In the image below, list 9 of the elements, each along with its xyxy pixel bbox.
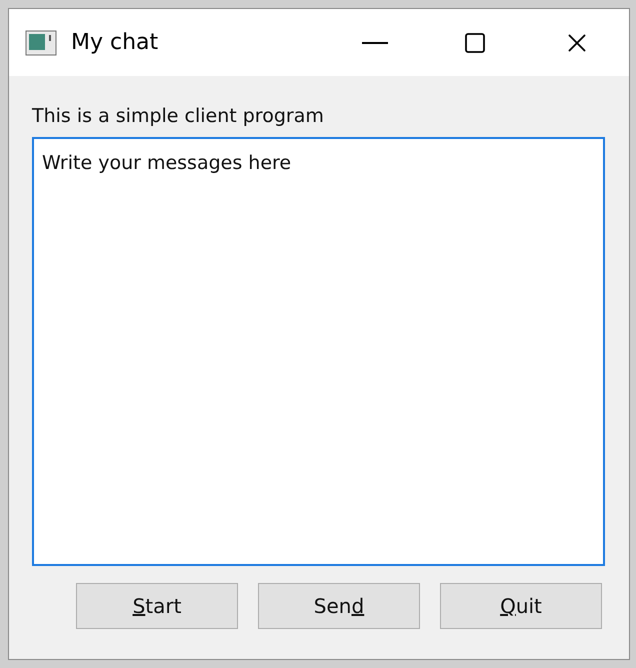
description-label: This is a simple client program (32, 104, 325, 129)
app-window-icon (25, 30, 57, 56)
minimize-icon (362, 42, 388, 44)
dialog-button[interactable]: Quit (440, 583, 602, 629)
dialog-button[interactable]: Start (76, 583, 238, 629)
message-field[interactable]: Write your messages here (32, 137, 605, 566)
window-title: My chat (71, 29, 158, 57)
dialog-button[interactable]: Send (258, 583, 420, 629)
maximize-icon (463, 30, 487, 54)
